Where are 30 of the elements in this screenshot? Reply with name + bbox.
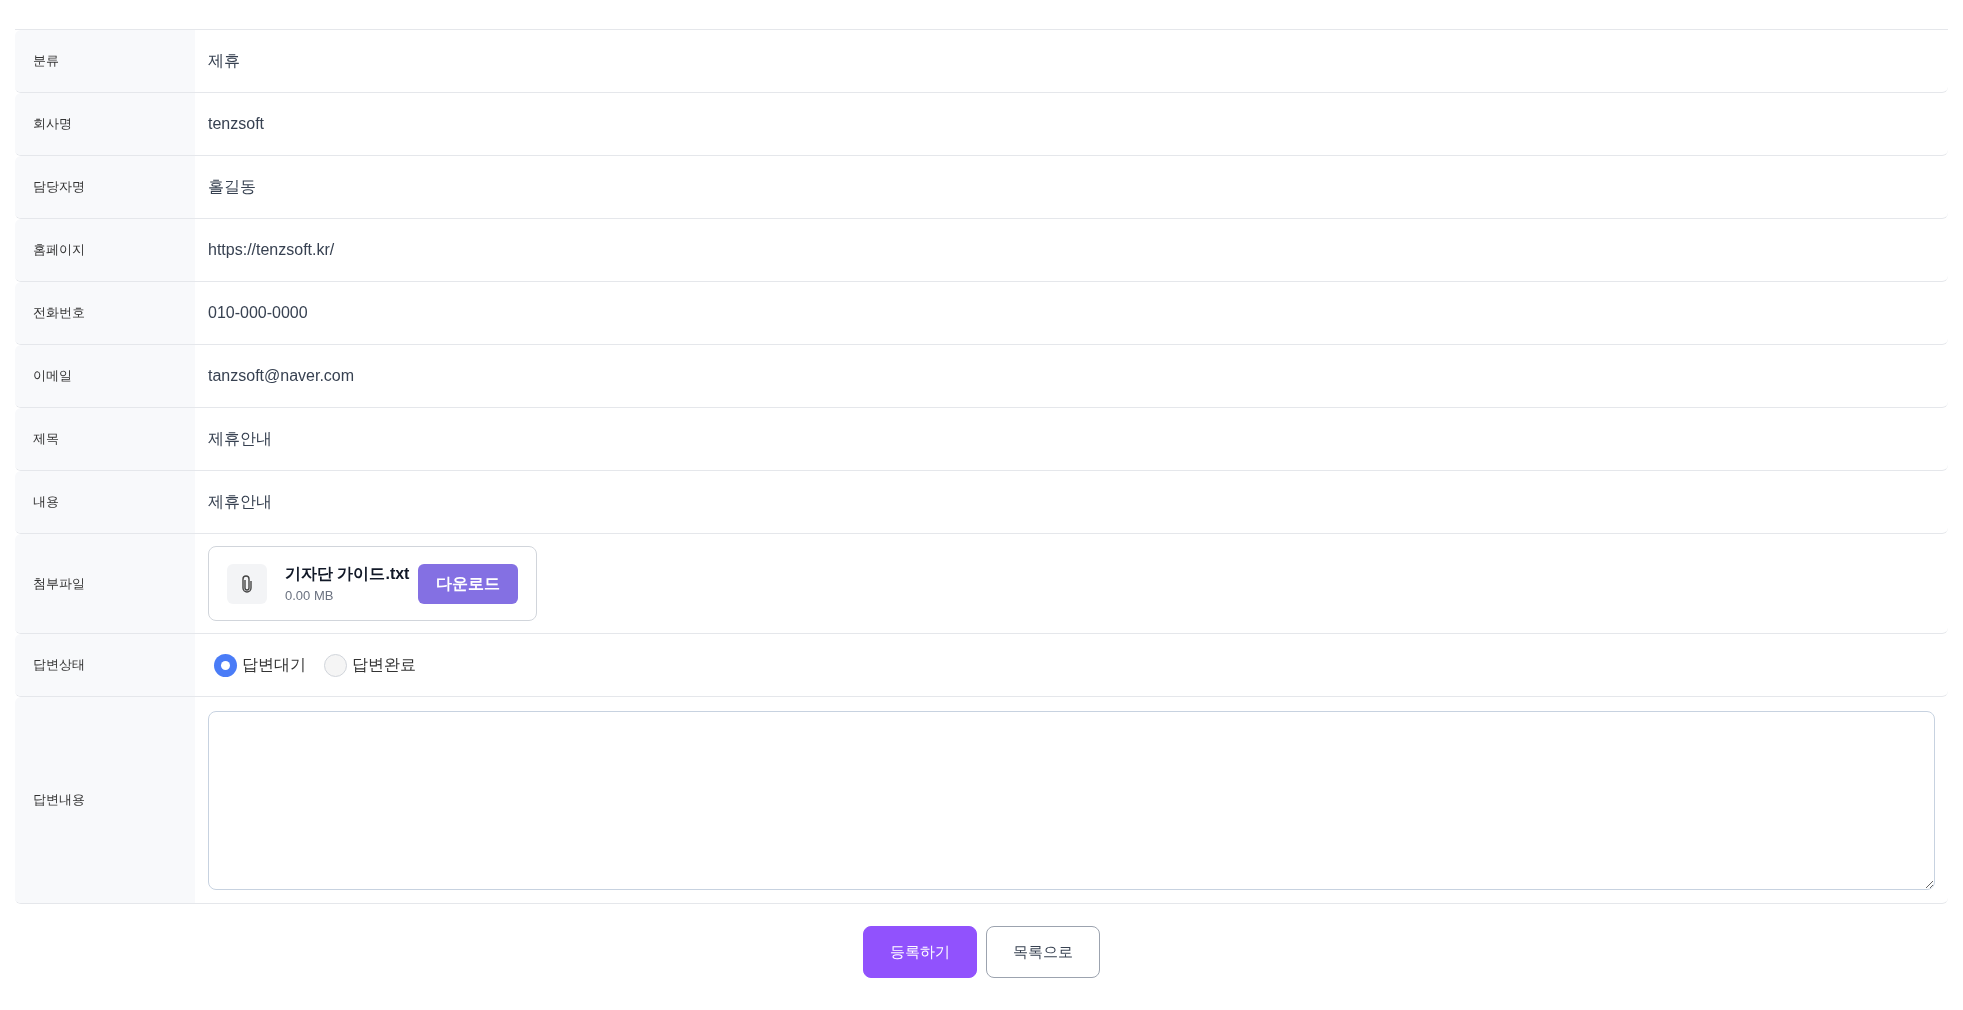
field-label: 답변상태 (33, 656, 85, 675)
field-value: 제휴안내 (208, 492, 272, 512)
radio-label: 답변완료 (352, 655, 416, 675)
field-label: 제목 (33, 430, 59, 449)
field-value: 제휴안내 (208, 429, 272, 449)
field-label: 홈페이지 (33, 241, 85, 260)
radio-label: 답변대기 (242, 655, 306, 675)
answer-box[interactable] (208, 710, 1935, 890)
field-value: tenzsoft (208, 114, 265, 134)
file-size: 0.00 MB (285, 586, 335, 605)
download-button[interactable]: 다운로드 (418, 563, 519, 604)
paperclip-icon (227, 563, 267, 604)
list-button[interactable]: 목록으로 (986, 926, 1100, 978)
field-value: 010-000-0000 (208, 303, 308, 323)
field-label: 회사명 (33, 115, 72, 134)
field-label: 분류 (33, 52, 59, 71)
field-label: 첨부파일 (33, 574, 85, 593)
field-label: 내용 (33, 493, 59, 512)
field-value: 제휴 (208, 51, 240, 71)
field-value: tanzsoft@naver.com (208, 366, 355, 386)
file-name: 기자단 가이드.txt (285, 563, 410, 584)
field-label: 이메일 (33, 367, 72, 386)
field-label: 담당자명 (33, 178, 85, 197)
register-button[interactable]: 등록하기 (863, 926, 977, 978)
field-value: 홀길동 (208, 177, 256, 197)
field-label: 답변내용 (33, 791, 85, 810)
field-label: 전화번호 (33, 304, 85, 323)
field-value: https://tenzsoft.kr/ (208, 240, 335, 260)
radio-button[interactable] (214, 653, 237, 677)
radio-button[interactable] (324, 653, 347, 677)
